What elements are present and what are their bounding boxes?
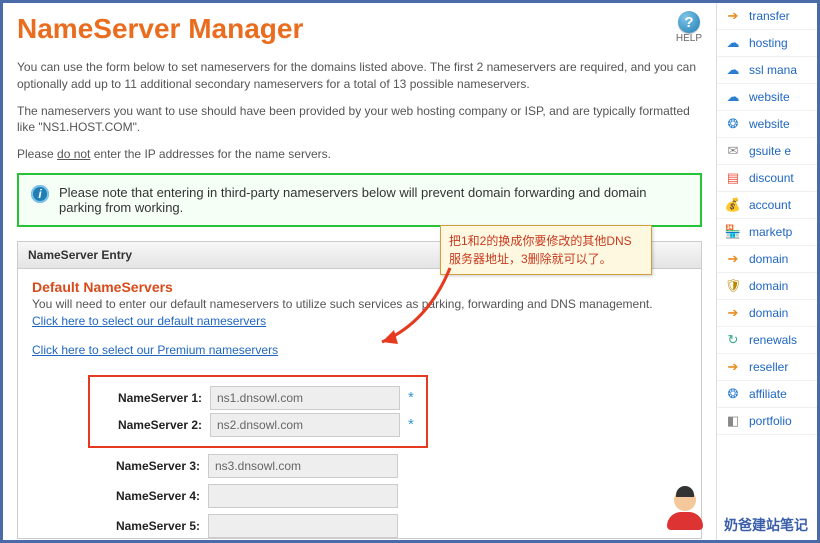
sidebar-label: website — [749, 117, 790, 131]
sidebar-item-1[interactable]: ☁ hosting — [717, 30, 817, 57]
sidebar-item-15[interactable]: ◧ portfolio — [717, 408, 817, 435]
intro-p3: Please do not enter the IP addresses for… — [17, 146, 702, 163]
sidebar-icon: ❂ — [725, 116, 741, 132]
intro-p1: You can use the form below to set namese… — [17, 59, 702, 93]
ns2-label: NameServer 2: — [94, 418, 202, 432]
sidebar-icon: ☁ — [725, 35, 741, 51]
sidebar-item-8[interactable]: 🏪 marketp — [717, 219, 817, 246]
sidebar-label: domain — [749, 306, 788, 320]
ns4-label: NameServer 4: — [92, 489, 200, 503]
sidebar-label: gsuite e — [749, 144, 791, 158]
ns2-input[interactable] — [210, 413, 400, 437]
sidebar-item-4[interactable]: ❂ website — [717, 111, 817, 138]
sidebar-icon: ◧ — [725, 413, 741, 429]
highlighted-ns-group: NameServer 1: * NameServer 2: * — [88, 375, 428, 448]
annotation-callout: 把1和2的换成你要修改的其他DNS服务器地址，3删除就可以了。 — [440, 225, 652, 275]
ns5-input[interactable] — [208, 514, 398, 538]
sidebar-item-9[interactable]: ➔ domain — [717, 246, 817, 273]
sidebar-icon: ❂ — [725, 386, 741, 402]
help-icon: ? — [678, 11, 700, 33]
notice-text: Please note that entering in third-party… — [59, 185, 688, 215]
notice-box: i Please note that entering in third-par… — [17, 173, 702, 227]
link-premium-ns[interactable]: Click here to select our Premium nameser… — [32, 343, 278, 357]
sidebar-icon: ➔ — [725, 8, 741, 24]
sidebar-label: account — [749, 198, 791, 212]
sidebar-label: domain — [749, 252, 788, 266]
sidebar-item-11[interactable]: ➔ domain — [717, 300, 817, 327]
sidebar-label: ssl mana — [749, 63, 797, 77]
nameserver-panel: NameServer Entry Default NameServers You… — [17, 241, 702, 539]
sidebar-icon: ➔ — [725, 359, 741, 375]
sidebar-item-2[interactable]: ☁ ssl mana — [717, 57, 817, 84]
sidebar: ➔ transfer ☁ hosting ☁ ssl mana ☁ website ❂ websi… — [716, 3, 817, 540]
sidebar-label: marketp — [749, 225, 792, 239]
required-icon: * — [408, 416, 414, 433]
brand-watermark: 奶爸建站笔记 — [724, 515, 808, 535]
ns1-input[interactable] — [210, 386, 400, 410]
sidebar-item-14[interactable]: ❂ affiliate — [717, 381, 817, 408]
sidebar-item-13[interactable]: ➔ reseller — [717, 354, 817, 381]
sidebar-label: reseller — [749, 360, 788, 374]
sidebar-label: domain — [749, 279, 788, 293]
sidebar-icon: ↻ — [725, 332, 741, 348]
sidebar-icon: ▤ — [725, 170, 741, 186]
required-icon: * — [408, 389, 414, 406]
sidebar-item-7[interactable]: 💰 account — [717, 192, 817, 219]
sidebar-item-6[interactable]: ▤ discount — [717, 165, 817, 192]
sidebar-item-3[interactable]: ☁ website — [717, 84, 817, 111]
sidebar-item-12[interactable]: ↻ renewals — [717, 327, 817, 354]
sidebar-icon: ➔ — [725, 251, 741, 267]
sidebar-icon: ☁ — [725, 89, 741, 105]
help-button[interactable]: ? HELP — [676, 11, 702, 44]
ns3-label: NameServer 3: — [92, 459, 200, 473]
sidebar-icon: 💰 — [725, 197, 741, 213]
sidebar-icon: ✉ — [725, 143, 741, 159]
sidebar-icon: ➔ — [725, 305, 741, 321]
sidebar-label: renewals — [749, 333, 797, 347]
link-default-ns[interactable]: Click here to select our default nameser… — [32, 314, 266, 328]
sidebar-label: transfer — [749, 9, 790, 23]
sidebar-label: affiliate — [749, 387, 787, 401]
mascot-avatar — [660, 489, 710, 537]
sidebar-label: discount — [749, 171, 794, 185]
intro-p2: The nameservers you want to use should h… — [17, 103, 702, 137]
ns4-input[interactable] — [208, 484, 398, 508]
sidebar-label: hosting — [749, 36, 788, 50]
page-title: NameServer Manager — [17, 13, 303, 45]
sidebar-icon: 🏪 — [725, 224, 741, 240]
sidebar-item-0[interactable]: ➔ transfer — [717, 3, 817, 30]
sidebar-icon: 🛡 — [725, 278, 741, 294]
sidebar-label: portfolio — [749, 414, 792, 428]
sidebar-item-5[interactable]: ✉ gsuite e — [717, 138, 817, 165]
default-ns-sub: You will need to enter our default names… — [32, 297, 687, 311]
sidebar-icon: ☁ — [725, 62, 741, 78]
default-ns-heading: Default NameServers — [32, 279, 687, 295]
sidebar-label: website — [749, 90, 790, 104]
ns1-label: NameServer 1: — [94, 391, 202, 405]
info-icon: i — [31, 185, 49, 203]
sidebar-item-10[interactable]: 🛡 domain — [717, 273, 817, 300]
ns3-input[interactable] — [208, 454, 398, 478]
ns5-label: NameServer 5: — [92, 519, 200, 533]
